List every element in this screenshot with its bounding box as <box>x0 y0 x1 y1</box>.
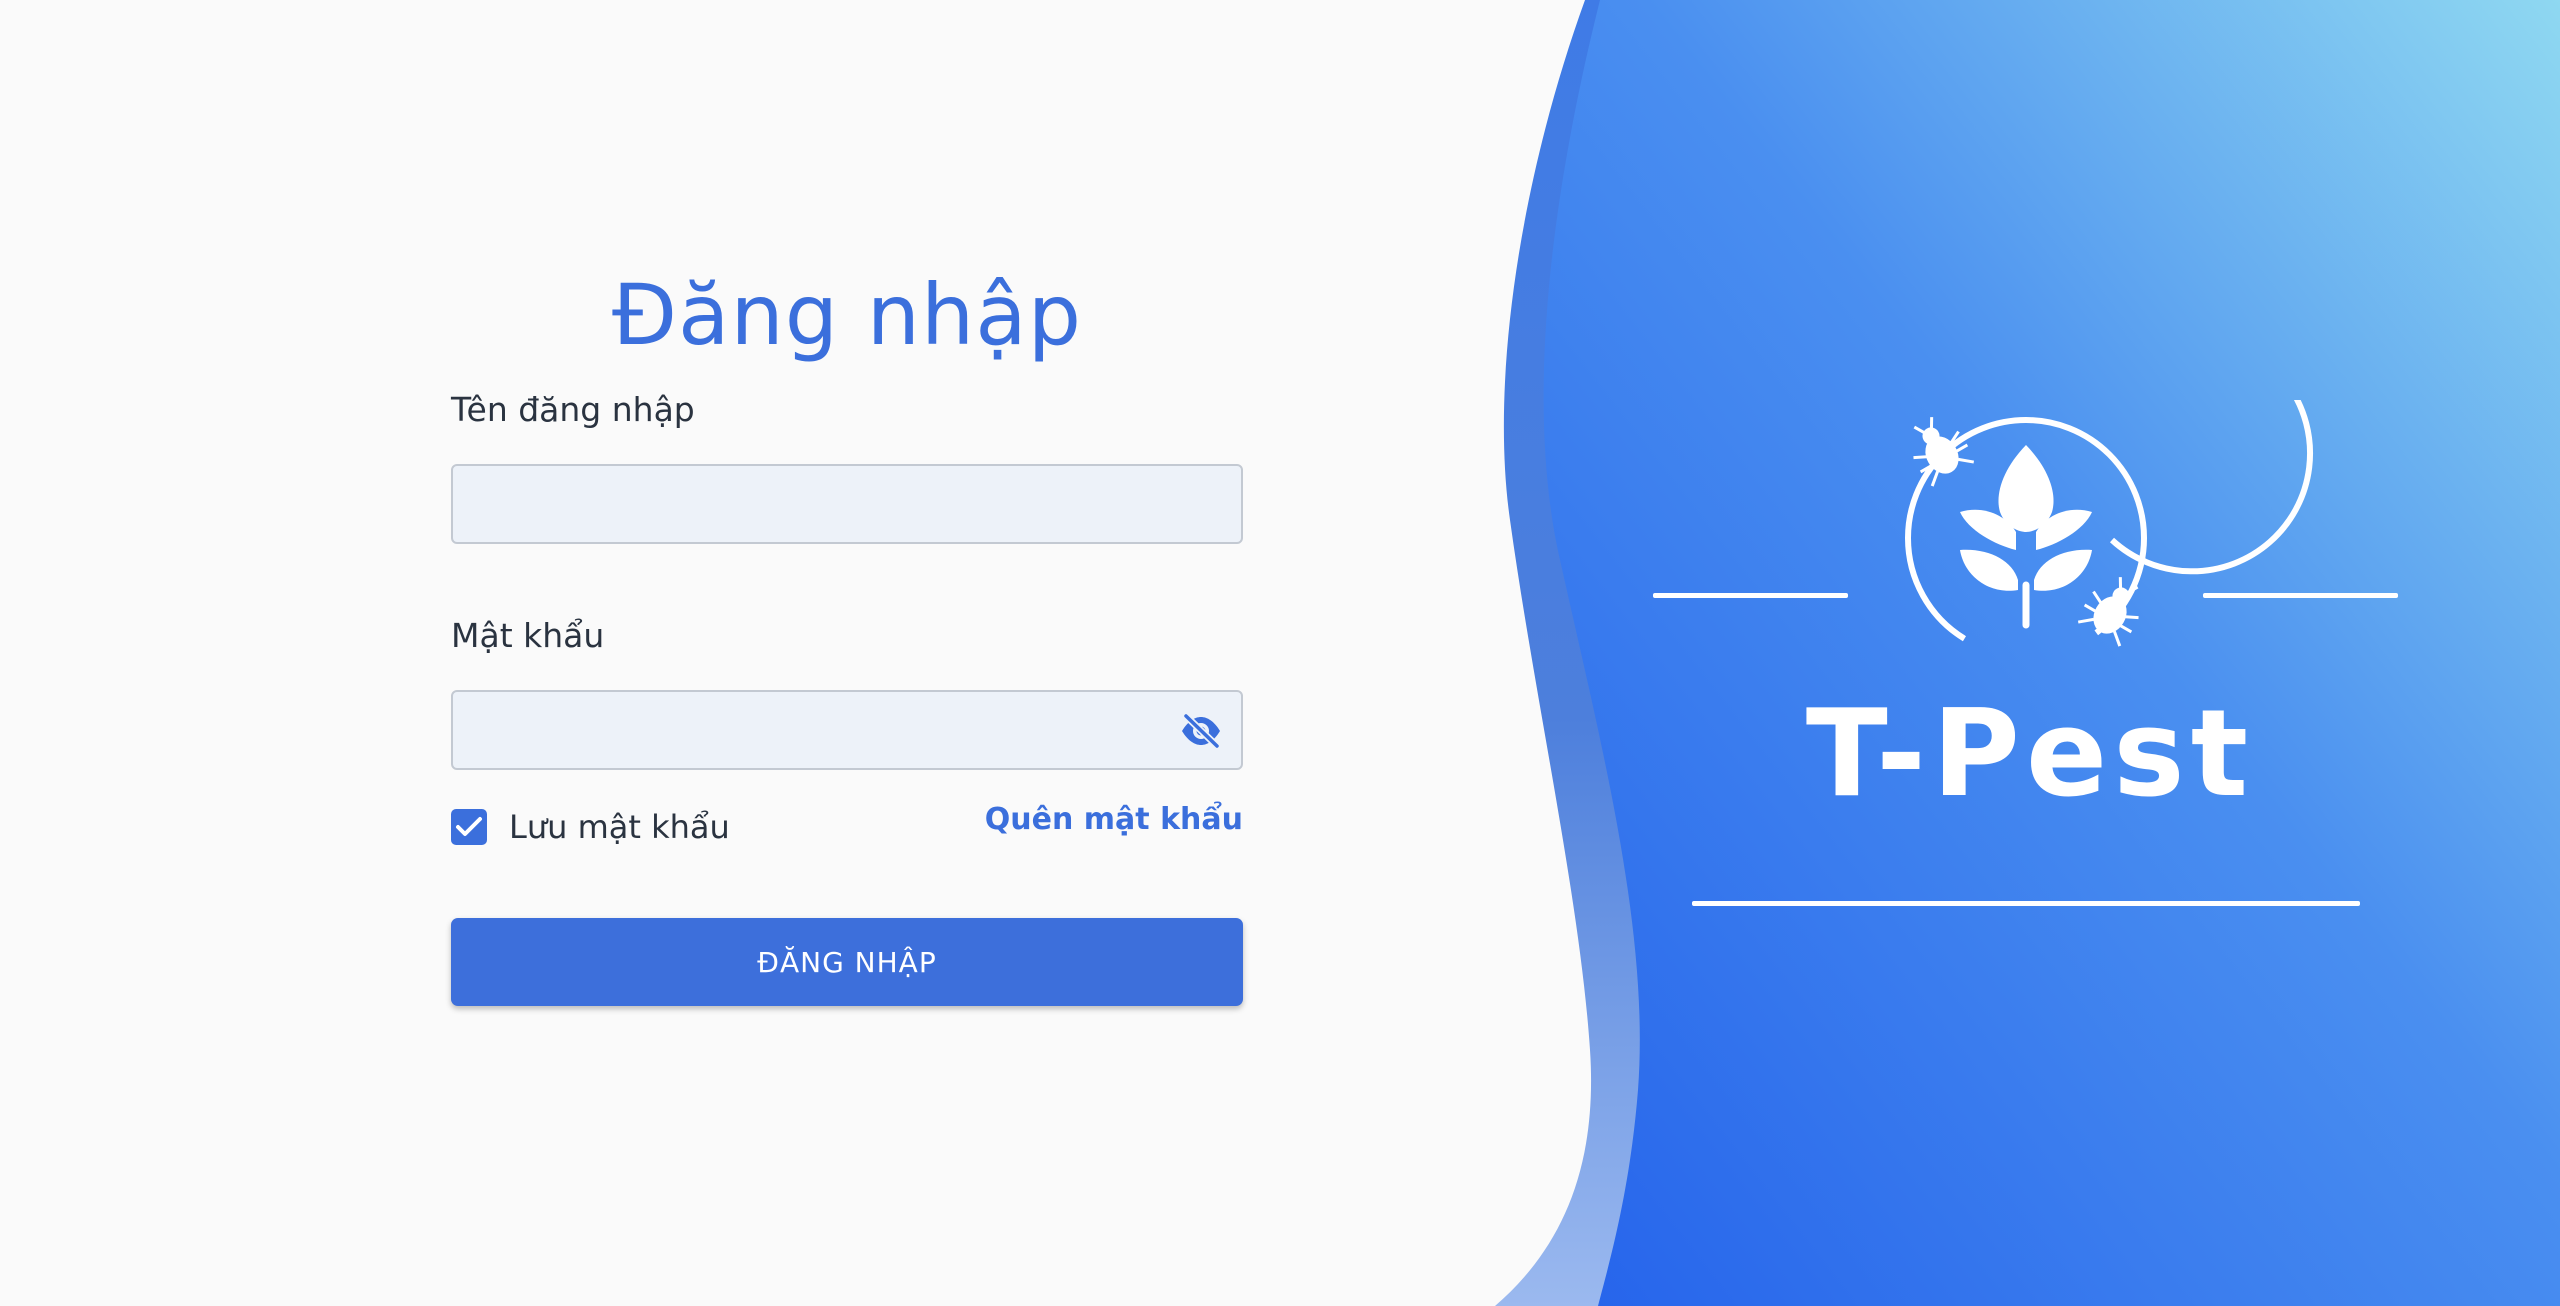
username-label: Tên đăng nhập <box>451 390 695 429</box>
divider-line <box>1692 901 2360 906</box>
brand-panel-background <box>1495 0 2560 1306</box>
divider-line <box>2203 593 2398 598</box>
divider-line <box>1653 593 1848 598</box>
page-title: Đăng nhập <box>611 266 1083 364</box>
checkbox-checked-icon[interactable] <box>451 809 487 845</box>
brand-name: T-Pest <box>1805 685 2255 824</box>
username-field <box>451 464 1243 544</box>
password-field <box>451 690 1243 770</box>
leaf-with-bugs-icon <box>1905 400 2313 659</box>
login-page: T-Pest Đăng nhập Tên đăng nhập Mật khẩu <box>0 0 2560 1306</box>
brand-panel: T-Pest <box>0 0 2560 1306</box>
forgot-password-link[interactable]: Quên mật khẩu <box>985 802 1243 837</box>
options-row: Lưu mật khẩu Quên mật khẩu <box>451 802 1243 868</box>
username-input[interactable] <box>453 466 1241 542</box>
remember-checkbox[interactable]: Lưu mật khẩu <box>451 808 730 846</box>
login-button[interactable]: ĐĂNG NHẬP <box>451 918 1243 1006</box>
remember-label: Lưu mật khẩu <box>509 808 730 846</box>
brand-logo: T-Pest <box>1650 400 2410 920</box>
eye-off-icon[interactable] <box>1179 711 1223 751</box>
password-input[interactable] <box>453 692 1241 768</box>
login-form: Đăng nhập Tên đăng nhập Mật khẩu Lưu mật… <box>451 250 1243 1006</box>
password-label: Mật khẩu <box>451 616 605 655</box>
